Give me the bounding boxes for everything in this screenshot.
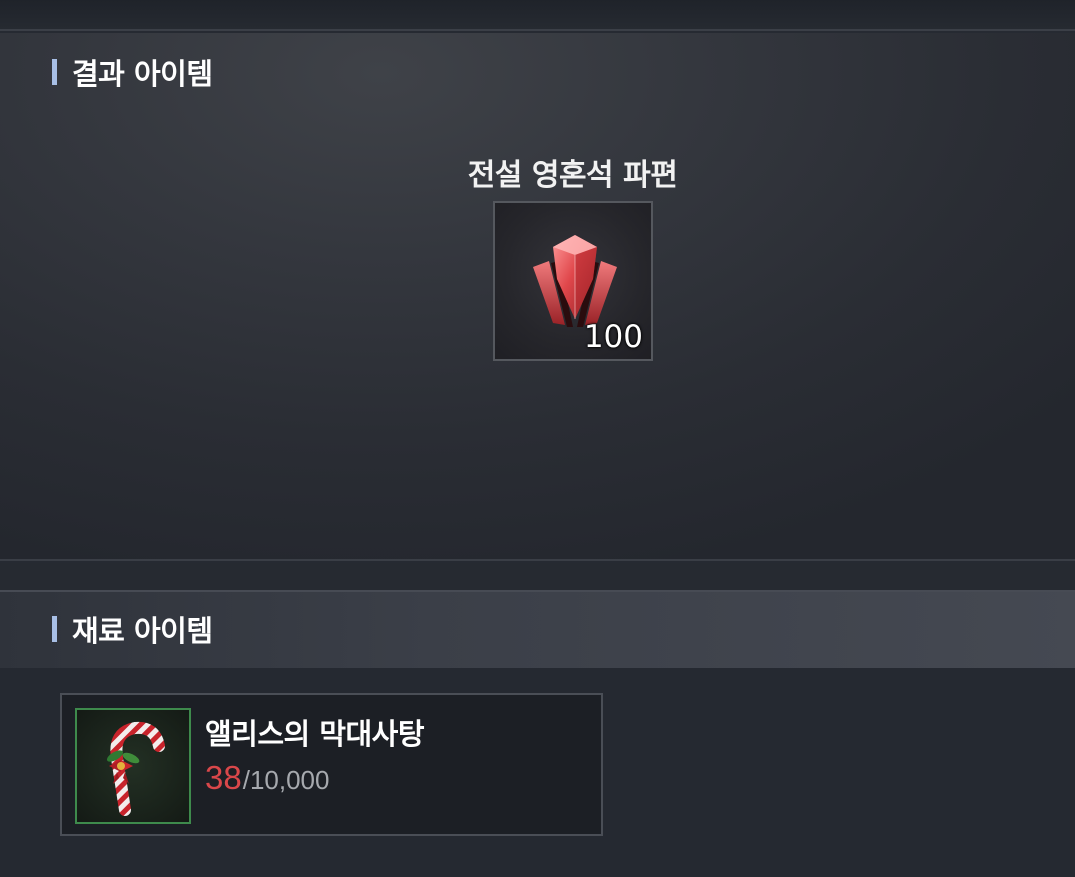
section-marker [52,59,57,85]
result-section-title: 결과 아이템 [72,57,213,91]
result-section-header: 결과 아이템 [0,44,1075,100]
quantity-separator: / [242,765,250,795]
material-item-name: 앨리스의 막대사탕 [205,717,425,751]
material-item-card[interactable]: 앨리스의 막대사탕 38 / 10,000 [60,693,603,836]
result-item-count: 100 [583,319,643,355]
crafting-window: 결과 아이템 전설 영혼석 파편 100 재료 아이템 앨리스의 막대사탕 38… [0,0,1075,877]
top-strip [0,0,1075,31]
section-divider [0,563,1075,590]
result-item-slot[interactable]: 100 [493,201,653,361]
required-count: 10,000 [249,765,330,795]
material-item-quantity: 38 / 10,000 [205,759,329,797]
section-marker [52,616,57,642]
owned-count: 38 [205,759,242,796]
candy-cane-icon [106,721,165,816]
material-section-header: 재료 아이템 [0,601,1075,657]
material-item-slot[interactable] [75,708,191,824]
result-item-name: 전설 영혼석 파편 [467,158,678,193]
material-section-title: 재료 아이템 [72,614,213,648]
